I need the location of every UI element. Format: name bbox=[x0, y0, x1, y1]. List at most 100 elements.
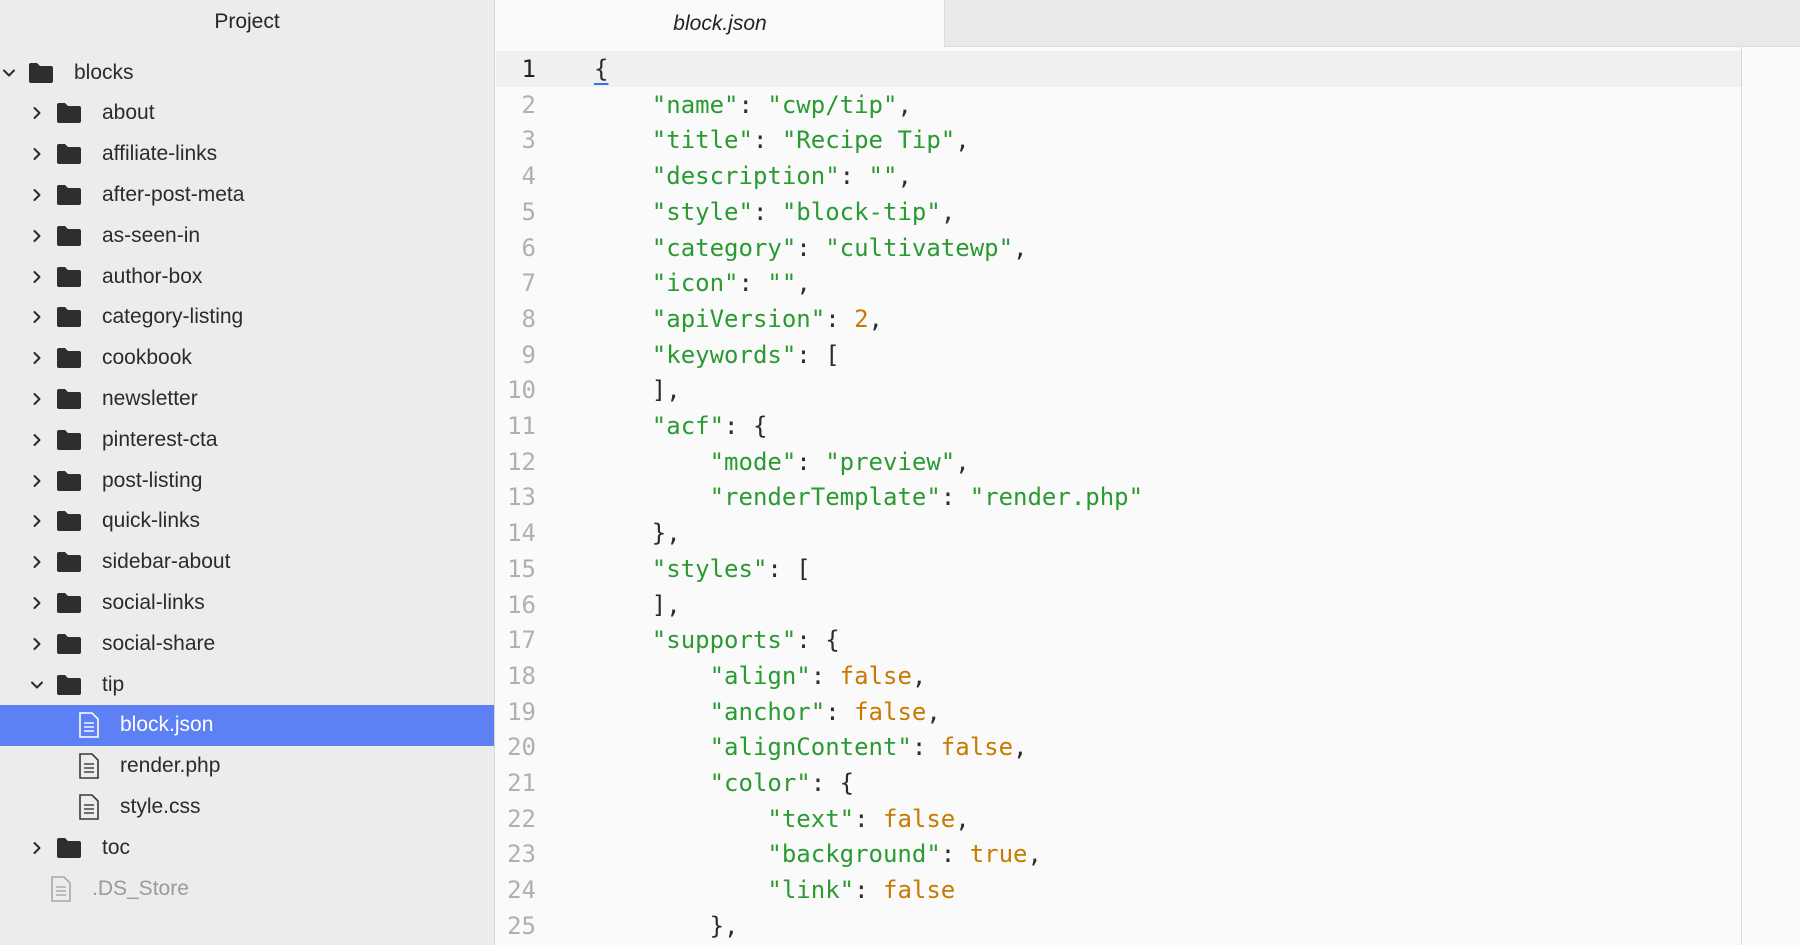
file-icon bbox=[78, 794, 100, 820]
folder-icon bbox=[56, 429, 82, 451]
punctuation-token: , bbox=[940, 197, 956, 226]
tree-item-label: tip bbox=[102, 672, 125, 696]
folder-item-pinterest-cta[interactable]: pinterest-cta bbox=[0, 419, 494, 460]
punctuation-token bbox=[594, 91, 652, 119]
chevron-right-icon[interactable] bbox=[28, 512, 46, 530]
punctuation-token: , bbox=[1013, 233, 1028, 262]
folder-item-social-share[interactable]: social-share bbox=[0, 623, 494, 664]
folder-item-quick-links[interactable]: quick-links bbox=[0, 501, 494, 542]
tree-item-label: as-seen-in bbox=[102, 223, 201, 247]
chevron-right-icon[interactable] bbox=[28, 186, 46, 204]
chevron-down-icon[interactable] bbox=[28, 676, 46, 694]
string-token: "title" bbox=[651, 126, 753, 155]
folder-item-sidebar-about[interactable]: sidebar-about bbox=[0, 542, 494, 583]
line-number: 23 bbox=[507, 840, 536, 869]
punctuation-token: ], bbox=[594, 590, 681, 619]
string-token: "link" bbox=[767, 876, 855, 905]
folder-item-affiliate-links[interactable]: affiliate-links bbox=[0, 134, 494, 175]
line-number: 11 bbox=[507, 412, 536, 440]
string-token: "text" bbox=[767, 804, 855, 833]
punctuation-token: , bbox=[955, 804, 970, 833]
line-number: 22 bbox=[507, 804, 536, 833]
folder-item-author-box[interactable]: author-box bbox=[0, 256, 494, 297]
chevron-right-icon[interactable] bbox=[28, 553, 46, 571]
punctuation-token: , bbox=[796, 269, 811, 298]
chevron-right-icon[interactable] bbox=[28, 104, 46, 122]
file-item-style-css[interactable]: style.css bbox=[0, 786, 494, 827]
tab-block-json[interactable]: block.json bbox=[496, 0, 945, 47]
line-number: 12 bbox=[507, 447, 536, 476]
code-line: "keywords": [ bbox=[594, 337, 840, 373]
line-number: 13 bbox=[507, 483, 536, 512]
punctuation-token: , bbox=[911, 661, 927, 690]
punctuation-token: : bbox=[940, 840, 970, 869]
chevron-right-icon[interactable] bbox=[28, 349, 46, 367]
folder-item-after-post-meta[interactable]: after-post-meta bbox=[0, 174, 494, 215]
punctuation-token: , bbox=[1027, 840, 1042, 869]
string-token: "styles" bbox=[651, 554, 768, 583]
folder-item-blocks[interactable]: blocks bbox=[0, 52, 494, 93]
line-number: 8 bbox=[521, 304, 536, 333]
chevron-right-icon[interactable] bbox=[28, 145, 46, 163]
folder-item-about[interactable]: about bbox=[0, 93, 494, 134]
literal-token: false bbox=[883, 876, 956, 905]
folder-icon bbox=[56, 184, 82, 206]
string-token: "name" bbox=[651, 90, 739, 119]
code-line: "styles": [ bbox=[594, 551, 811, 587]
folder-item-as-seen-in[interactable]: as-seen-in bbox=[0, 215, 494, 256]
punctuation-token bbox=[594, 126, 652, 154]
chevron-right-icon[interactable] bbox=[28, 308, 46, 326]
folder-item-social-links[interactable]: social-links bbox=[0, 582, 494, 623]
chevron-right-icon[interactable] bbox=[28, 227, 46, 245]
file-item-render-php[interactable]: render.php bbox=[0, 746, 494, 787]
chevron-down-icon[interactable] bbox=[0, 64, 18, 82]
folder-item-post-listing[interactable]: post-listing bbox=[0, 460, 494, 501]
punctuation-token: : bbox=[854, 804, 883, 833]
line-number: 16 bbox=[507, 590, 536, 619]
folder-item-category-listing[interactable]: category-listing bbox=[0, 297, 494, 338]
folder-icon bbox=[56, 510, 82, 532]
string-token: "keywords" bbox=[651, 340, 797, 369]
punctuation-token bbox=[594, 626, 652, 654]
chevron-right-icon[interactable] bbox=[28, 472, 46, 490]
folder-icon bbox=[56, 674, 82, 696]
tree-item-label: newsletter bbox=[102, 386, 198, 410]
punctuation-token: , bbox=[955, 126, 970, 155]
folder-item-toc[interactable]: toc bbox=[0, 827, 494, 868]
punctuation-token: , bbox=[868, 304, 883, 333]
tree-item-label: about bbox=[102, 101, 155, 125]
code-line: ], bbox=[594, 372, 681, 408]
punctuation-token bbox=[594, 876, 767, 904]
code-editor[interactable]: 1 2 3 4 5 6 7 8 9 10 11 12 13 14 15 16 17 18 19 20 21 22 23 24 2… bbox=[496, 47, 1800, 945]
punctuation-token: }, bbox=[594, 519, 681, 548]
chevron-right-icon[interactable] bbox=[28, 431, 46, 449]
string-token: "renderTemplate" bbox=[709, 483, 941, 512]
punctuation-token: }, bbox=[594, 911, 739, 940]
tree-item-label: quick-links bbox=[102, 509, 201, 533]
punctuation-token: : bbox=[796, 447, 826, 476]
code-line: ], bbox=[594, 587, 681, 623]
string-token: "supports" bbox=[651, 626, 797, 655]
folder-item-cookbook[interactable]: cookbook bbox=[0, 338, 494, 379]
chevron-right-icon[interactable] bbox=[28, 268, 46, 286]
code-line: "text": false, bbox=[594, 801, 970, 837]
punctuation-token: , bbox=[897, 162, 912, 191]
folder-item-tip[interactable]: tip bbox=[0, 664, 494, 705]
chevron-right-icon[interactable] bbox=[28, 594, 46, 612]
punctuation-token bbox=[594, 733, 710, 761]
folder-icon bbox=[56, 266, 82, 288]
chevron-right-icon[interactable] bbox=[28, 390, 46, 408]
folder-item-newsletter[interactable]: newsletter bbox=[0, 378, 494, 419]
line-number: 6 bbox=[521, 233, 536, 262]
punctuation-token: , bbox=[897, 90, 912, 119]
punctuation-token bbox=[594, 662, 710, 690]
file-item-ds-store[interactable]: .DS_Store bbox=[0, 868, 494, 909]
chevron-right-icon[interactable] bbox=[28, 635, 46, 653]
file-item-block-json[interactable]: block.json bbox=[0, 704, 494, 746]
punctuation-token: : bbox=[796, 233, 826, 262]
folder-icon bbox=[56, 633, 82, 655]
line-number: 17 bbox=[507, 626, 536, 655]
punctuation-token bbox=[594, 698, 710, 726]
code-line: "renderTemplate": "render.php" bbox=[594, 479, 1143, 515]
chevron-right-icon[interactable] bbox=[28, 839, 46, 857]
